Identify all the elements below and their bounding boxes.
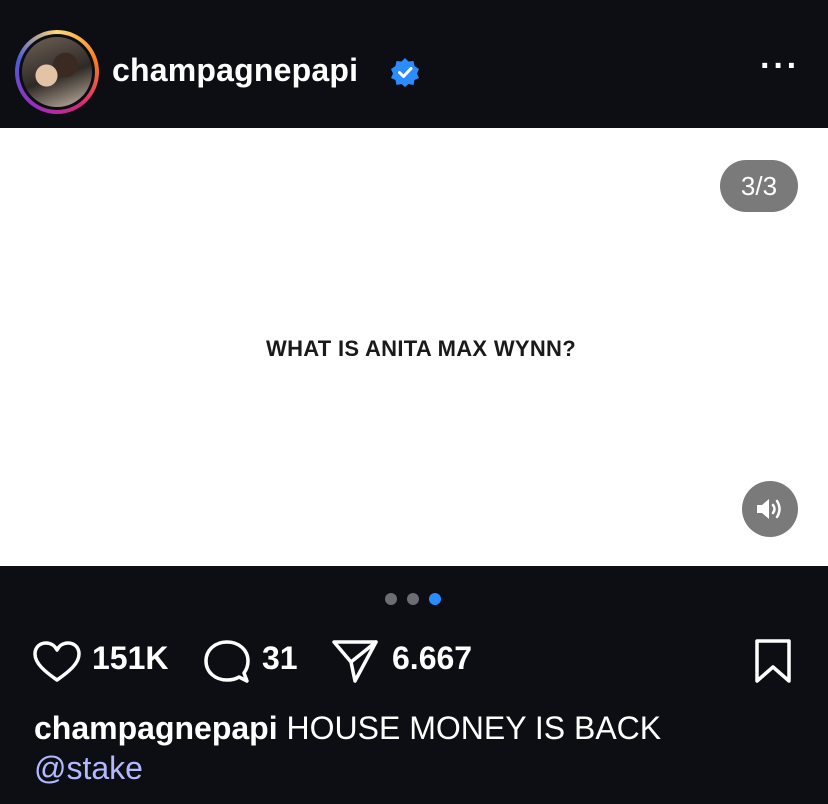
verified-badge-icon <box>391 58 419 87</box>
sound-toggle-button[interactable] <box>742 481 798 537</box>
carousel-dot[interactable] <box>385 593 397 605</box>
carousel-dot[interactable] <box>407 593 419 605</box>
carousel-indicator <box>385 592 451 606</box>
speaker-icon <box>757 499 781 519</box>
post-caption: champagnepapi HOUSE MONEY IS BACK @stake <box>34 708 814 788</box>
like-icon[interactable] <box>32 640 82 684</box>
carousel-counter: 3/3 <box>720 160 798 212</box>
avatar-photo <box>22 37 92 107</box>
shares-count[interactable]: 6.667 <box>392 640 472 677</box>
caption-text: HOUSE MONEY IS BACK <box>286 710 662 746</box>
post-header: champagnepapi ··· <box>0 0 828 128</box>
comments-count[interactable]: 31 <box>262 640 298 677</box>
likes-count[interactable]: 151K <box>92 640 169 677</box>
share-icon[interactable] <box>330 638 380 684</box>
bookmark-icon[interactable] <box>752 638 794 684</box>
username[interactable]: champagnepapi <box>112 52 358 89</box>
caption-mention-link[interactable]: @stake <box>34 750 143 786</box>
media-text: WHAT IS ANITA MAX WYNN? <box>266 336 576 361</box>
avatar[interactable] <box>15 30 99 114</box>
caption-username[interactable]: champagnepapi <box>34 710 278 746</box>
avatar-border <box>19 34 95 110</box>
action-bar: 151K 31 6.667 <box>0 630 828 686</box>
carousel-dot-active[interactable] <box>429 593 441 605</box>
more-options-icon[interactable]: ··· <box>760 49 800 83</box>
comment-icon[interactable] <box>203 639 251 685</box>
post-media[interactable]: 3/3 WHAT IS ANITA MAX WYNN? <box>0 128 828 566</box>
